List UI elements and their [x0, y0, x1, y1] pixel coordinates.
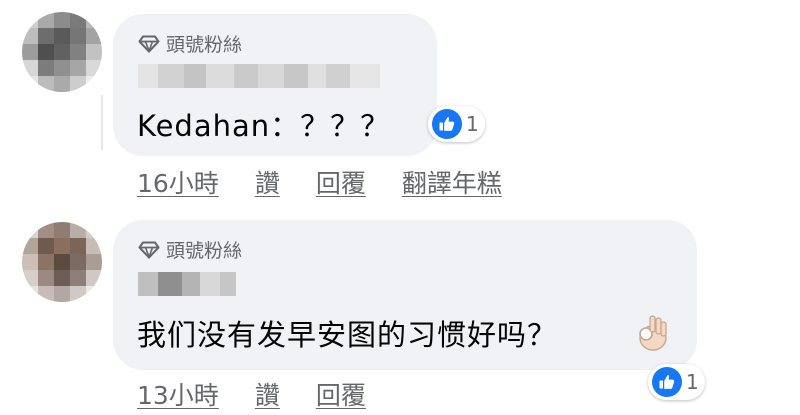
- timestamp-link[interactable]: 16小時: [137, 164, 219, 200]
- avatar-pixel: [54, 254, 70, 270]
- avatar-pixel: [22, 254, 38, 270]
- reply-button[interactable]: 回覆: [316, 376, 366, 412]
- avatar-pixel: [38, 12, 54, 28]
- avatar-pixel: [22, 44, 38, 60]
- thumbs-up-icon: [432, 109, 462, 139]
- avatar-pixel: [38, 76, 54, 92]
- avatar-pixel: [86, 44, 102, 60]
- avatar[interactable]: [22, 12, 102, 92]
- avatar-pixel: [70, 44, 86, 60]
- avatar-pixel: [54, 12, 70, 28]
- avatar-pixel: [86, 12, 102, 28]
- avatar-pixel: [22, 222, 38, 238]
- thumbs-up-icon: [652, 367, 682, 397]
- comment-actions: 13小時 讚 回覆: [137, 376, 366, 412]
- avatar-pixel: [54, 270, 70, 286]
- avatar-pixel: [22, 60, 38, 76]
- avatar-pixel: [22, 12, 38, 28]
- avatar-pixel: [86, 254, 102, 270]
- thread-line: [101, 95, 103, 150]
- avatar-pixel: [22, 270, 38, 286]
- avatar-pixel: [86, 238, 102, 254]
- diamond-icon: [138, 241, 160, 259]
- avatar-pixel: [38, 44, 54, 60]
- avatar-pixel: [54, 238, 70, 254]
- avatar-pixel: [86, 270, 102, 286]
- avatar-pixel: [86, 222, 102, 238]
- avatar-pixel: [86, 28, 102, 44]
- commenter-name-blurred[interactable]: [138, 64, 380, 88]
- avatar-pixel: [54, 76, 70, 92]
- avatar-pixel: [70, 222, 86, 238]
- avatar-pixel: [70, 254, 86, 270]
- reaction-count: 1: [466, 112, 479, 136]
- avatar-pixel: [70, 28, 86, 44]
- avatar-pixel: [86, 76, 102, 92]
- avatar-pixel: [38, 254, 54, 270]
- avatar-pixel: [22, 286, 38, 302]
- avatar-pixel: [22, 238, 38, 254]
- top-fan-badge: 頭號粉絲: [138, 30, 242, 57]
- diamond-icon: [138, 35, 160, 53]
- reaction-count: 1: [686, 370, 699, 394]
- comment-text: Kedahan：？？？: [137, 109, 391, 143]
- avatar[interactable]: [22, 222, 102, 302]
- avatar-pixel: [70, 12, 86, 28]
- avatar-pixel: [54, 28, 70, 44]
- avatar-pixel: [38, 238, 54, 254]
- avatar-pixel: [38, 286, 54, 302]
- avatar-pixel: [54, 60, 70, 76]
- like-button[interactable]: 讚: [255, 164, 280, 200]
- like-button[interactable]: 讚: [255, 376, 280, 412]
- avatar-pixel: [86, 286, 102, 302]
- comment-text: 我们没有发早安图的习惯好吗？: [137, 318, 558, 352]
- reaction-summary[interactable]: 1: [428, 106, 485, 142]
- reaction-summary[interactable]: 1: [648, 364, 705, 400]
- badge-label: 頭號粉絲: [166, 34, 243, 56]
- avatar-pixel: [22, 28, 38, 44]
- avatar-pixel: [70, 60, 86, 76]
- commenter-name-blurred[interactable]: [138, 272, 236, 296]
- badge-label: 頭號粉絲: [166, 240, 243, 262]
- avatar-pixel: [70, 270, 86, 286]
- avatar-pixel: [70, 286, 86, 302]
- avatar-pixel: [38, 222, 54, 238]
- avatar-pixel: [86, 60, 102, 76]
- top-fan-badge: 頭號粉絲: [138, 236, 242, 263]
- avatar-pixel: [70, 238, 86, 254]
- avatar-pixel: [70, 76, 86, 92]
- avatar-pixel: [38, 28, 54, 44]
- comment-actions: 16小時 讚 回覆 翻譯年糕: [137, 164, 502, 200]
- avatar-pixel: [38, 270, 54, 286]
- avatar-pixel: [22, 76, 38, 92]
- avatar-pixel: [54, 286, 70, 302]
- translate-button[interactable]: 翻譯年糕: [402, 164, 502, 200]
- avatar-pixel: [54, 44, 70, 60]
- reply-button[interactable]: 回覆: [316, 164, 366, 200]
- avatar-pixel: [54, 222, 70, 238]
- ok-hand-emoji-icon: [639, 315, 667, 351]
- timestamp-link[interactable]: 13小時: [137, 376, 219, 412]
- avatar-pixel: [38, 60, 54, 76]
